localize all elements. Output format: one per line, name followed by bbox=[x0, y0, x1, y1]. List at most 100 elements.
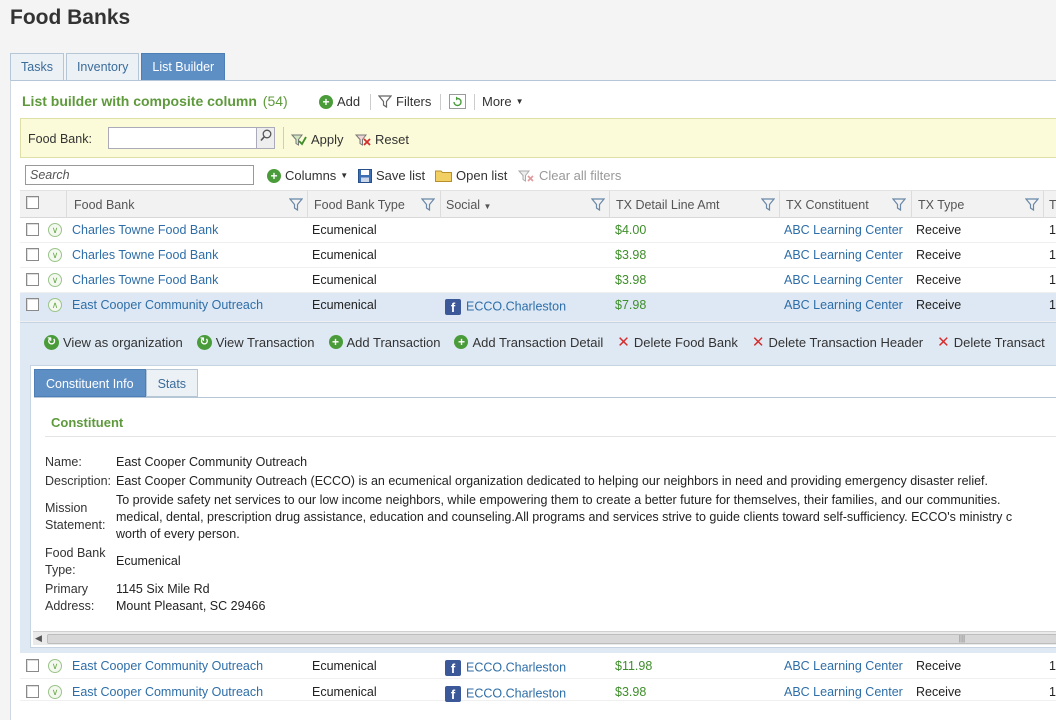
name-value: East Cooper Community Outreach bbox=[116, 455, 308, 469]
horizontal-scrollbar[interactable]: ◀ ||| bbox=[33, 631, 1056, 645]
column-header-social[interactable]: Social ▼ bbox=[446, 198, 491, 212]
amount-cell: $7.98 bbox=[615, 298, 647, 312]
delete-transaction-header-button[interactable]: ✕ Delete Transaction Header bbox=[752, 333, 923, 351]
scroll-left-icon[interactable]: ◀ bbox=[35, 633, 42, 644]
extra-cell: 1: bbox=[1049, 685, 1056, 699]
apply-button[interactable]: Apply bbox=[291, 132, 344, 147]
column-header-food-bank-type[interactable]: Food Bank Type bbox=[314, 198, 405, 212]
collapse-row-icon[interactable]: ∧ bbox=[48, 298, 62, 312]
amount-cell: $11.98 bbox=[615, 659, 653, 673]
filter-icon[interactable] bbox=[892, 198, 906, 211]
constituent-link[interactable]: ABC Learning Center bbox=[784, 685, 903, 699]
column-header-food-bank[interactable]: Food Bank bbox=[74, 198, 134, 212]
open-list-button[interactable]: Open list bbox=[435, 168, 507, 183]
social-link[interactable]: f ECCO.Charleston bbox=[445, 686, 566, 702]
food-bank-link[interactable]: Charles Towne Food Bank bbox=[72, 273, 218, 287]
tab-constituent-info[interactable]: Constituent Info bbox=[34, 369, 146, 397]
open-list-label: Open list bbox=[456, 168, 508, 183]
social-link[interactable]: f ECCO.Charleston bbox=[445, 299, 566, 315]
column-header-tx-type[interactable]: TX Type bbox=[918, 198, 964, 212]
constituent-link[interactable]: ABC Learning Center bbox=[784, 298, 903, 312]
refresh-button[interactable] bbox=[449, 94, 466, 109]
food-bank-filter-input[interactable] bbox=[108, 127, 258, 149]
row-checkbox[interactable] bbox=[26, 659, 39, 672]
save-list-button[interactable]: Save list bbox=[358, 168, 425, 183]
expand-row-icon[interactable]: ∨ bbox=[48, 223, 62, 237]
column-divider bbox=[911, 191, 912, 219]
constituent-link[interactable]: ABC Learning Center bbox=[784, 223, 903, 237]
expand-row-icon[interactable]: ∨ bbox=[48, 685, 62, 699]
food-bank-link[interactable]: East Cooper Community Outreach bbox=[72, 298, 263, 312]
filter-icon[interactable] bbox=[289, 198, 303, 211]
food-bank-link[interactable]: Charles Towne Food Bank bbox=[72, 248, 218, 262]
table-row[interactable]: ∨ Charles Towne Food Bank Ecumenical $3.… bbox=[20, 268, 1056, 293]
filter-icon[interactable] bbox=[421, 198, 435, 211]
row-checkbox[interactable] bbox=[26, 223, 39, 236]
tab-tasks[interactable]: Tasks bbox=[10, 53, 64, 80]
constituent-link[interactable]: ABC Learning Center bbox=[784, 248, 903, 262]
scrollbar-thumb[interactable]: ||| bbox=[47, 634, 1056, 644]
filter-icon[interactable] bbox=[591, 198, 605, 211]
column-header-tx-constituent[interactable]: TX Constituent bbox=[786, 198, 869, 212]
constituent-link[interactable]: ABC Learning Center bbox=[784, 659, 903, 673]
filter-icon[interactable] bbox=[1025, 198, 1039, 211]
action-label: Delete Transaction Header bbox=[768, 334, 924, 350]
facebook-icon: f bbox=[445, 660, 461, 676]
tx-type-cell: Receive bbox=[916, 248, 962, 262]
more-menu-button[interactable]: More ▼ bbox=[482, 94, 524, 109]
add-transaction-detail-button[interactable]: + Add Transaction Detail bbox=[454, 333, 603, 351]
view-icon: ↻ bbox=[196, 334, 212, 350]
delete-icon: ✕ bbox=[751, 334, 765, 351]
table-row[interactable]: ∨ Charles Towne Food Bank Ecumenical $4.… bbox=[20, 218, 1056, 243]
main-tabs: Tasks Inventory List Builder bbox=[10, 53, 227, 80]
delete-icon: ✕ bbox=[617, 334, 630, 351]
table-row[interactable]: ∨ Charles Towne Food Bank Ecumenical $3.… bbox=[20, 243, 1056, 268]
reset-button[interactable]: Reset bbox=[355, 132, 409, 147]
column-header-t[interactable]: T bbox=[1049, 198, 1056, 212]
filter-icon[interactable] bbox=[761, 198, 775, 211]
detail-actions: ↻ View as organization ↻ View Transaction … bbox=[44, 333, 1045, 351]
add-button[interactable]: + Add bbox=[319, 94, 360, 109]
view-transaction-button[interactable]: ↻ View Transaction bbox=[196, 333, 315, 351]
food-bank-link[interactable]: Charles Towne Food Bank bbox=[72, 223, 218, 237]
tab-inventory[interactable]: Inventory bbox=[65, 53, 140, 80]
expand-row-icon[interactable]: ∨ bbox=[48, 659, 62, 673]
row-detail-panel: ↻ View as organization ↻ View Transaction … bbox=[20, 322, 1056, 653]
food-bank-filter-label: Food Bank: bbox=[28, 132, 92, 146]
delete-food-bank-button[interactable]: ✕ Delete Food Bank bbox=[617, 333, 738, 351]
food-bank-type-cell: Ecumenical bbox=[312, 273, 377, 287]
view-as-organization-button[interactable]: ↻ View as organization bbox=[44, 333, 183, 351]
tx-type-cell: Receive bbox=[916, 659, 962, 673]
table-row[interactable]: ∨ East Cooper Community Outreach Ecumeni… bbox=[20, 654, 1056, 679]
food-bank-link[interactable]: East Cooper Community Outreach bbox=[72, 659, 263, 673]
row-checkbox[interactable] bbox=[26, 248, 39, 261]
row-checkbox[interactable] bbox=[26, 273, 39, 286]
filter-divider bbox=[283, 127, 284, 149]
table-row[interactable]: ∨ East Cooper Community Outreach Ecumeni… bbox=[20, 680, 1056, 702]
list-search-input[interactable]: Search bbox=[25, 165, 254, 185]
search-icon[interactable] bbox=[256, 127, 275, 149]
social-header-label: Social bbox=[446, 198, 481, 212]
constituent-link[interactable]: ABC Learning Center bbox=[784, 273, 903, 287]
tab-list-builder[interactable]: List Builder bbox=[141, 53, 226, 80]
row-checkbox[interactable] bbox=[26, 685, 39, 698]
select-all-checkbox[interactable] bbox=[26, 196, 39, 209]
detail-content: Constituent Info Stats Constituent Name:… bbox=[30, 365, 1056, 648]
type-label-line: Food Bank bbox=[45, 546, 106, 560]
expand-row-icon[interactable]: ∨ bbox=[48, 273, 62, 287]
row-checkbox[interactable] bbox=[26, 298, 39, 311]
column-header-tx-detail-line-amt[interactable]: TX Detail Line Amt bbox=[616, 198, 720, 212]
columns-button[interactable]: + Columns ▼ bbox=[267, 168, 348, 183]
clear-filters-button[interactable]: Clear all filters bbox=[518, 168, 621, 183]
food-bank-link[interactable]: East Cooper Community Outreach bbox=[72, 685, 263, 699]
add-transaction-button[interactable]: + Add Transaction bbox=[328, 333, 440, 351]
apply-label: Apply bbox=[311, 132, 344, 147]
expand-row-icon[interactable]: ∨ bbox=[48, 248, 62, 262]
filters-button[interactable]: Filters bbox=[378, 94, 431, 109]
delete-transaction-button[interactable]: ✕ Delete Transact bbox=[937, 333, 1045, 351]
mission-line: worth of every person. bbox=[116, 527, 240, 541]
social-link[interactable]: f ECCO.Charleston bbox=[445, 660, 566, 676]
table-row-expanded[interactable]: ∧ East Cooper Community Outreach Ecumeni… bbox=[20, 293, 1056, 322]
columns-label: Columns bbox=[285, 168, 337, 183]
tab-stats[interactable]: Stats bbox=[145, 369, 199, 397]
